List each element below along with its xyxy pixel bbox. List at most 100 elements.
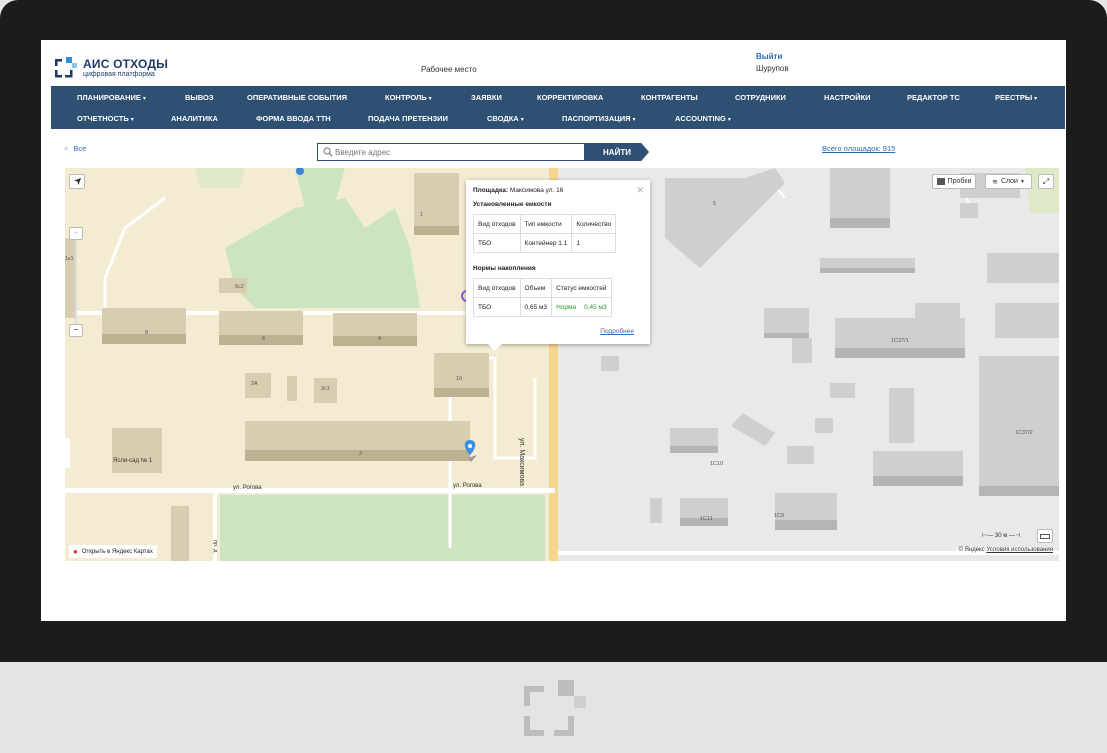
nav-item-requests[interactable]: ЗАЯВКИ — [471, 93, 502, 102]
table-header: Объем — [519, 278, 553, 298]
traffic-icon — [936, 178, 945, 185]
map-pin-icon: ● — [73, 547, 78, 556]
building-label: 1к1 — [65, 256, 74, 262]
chevron-down-icon: ▾ — [1034, 96, 1038, 102]
street-label: пр. д — [212, 540, 218, 553]
building-label: 8 — [145, 330, 149, 336]
app-logo[interactable]: АИС ОТХОДЫ цифровая платформа — [55, 55, 168, 81]
search-icon — [323, 147, 333, 157]
chevron-down-icon: ▾ — [142, 96, 146, 102]
logo-icon — [55, 57, 77, 78]
expand-icon: ⤢ — [1042, 176, 1050, 186]
nav-item-correction[interactable]: КОРРЕКТИРОВКА — [537, 93, 603, 102]
more-details-link[interactable]: Подробнее — [600, 328, 634, 335]
nav-item-contractors[interactable]: КОНТРАГЕНТЫ — [641, 93, 698, 102]
status-value-cell: 0,45 м3 — [580, 297, 612, 317]
open-in-yandex-link[interactable]: ● Открыть в Яндекс Картах — [69, 545, 157, 558]
norms-table: Вид отходов Объем Статус емкостей ТБО 0,… — [473, 278, 612, 317]
logo-subtitle: цифровая платформа — [83, 71, 155, 78]
table-header: Статус емкостей — [551, 278, 612, 298]
building-label: 2 — [359, 451, 363, 457]
zoom-out-button[interactable]: − — [69, 324, 83, 337]
nav-item-claims[interactable]: ПОДАЧА ПРЕТЕНЗИИ — [368, 114, 448, 123]
building-label: 2А — [251, 381, 258, 387]
table-cell: 1 — [571, 233, 617, 253]
nav-item-control[interactable]: КОНТРОЛЬ ▾ — [385, 93, 432, 102]
norms-section-title: Нормы накопления — [473, 265, 536, 272]
site-popup: ✕ Площадка: Максимова ул. 16 Установленн… — [466, 180, 650, 351]
nav-item-removal[interactable]: ВЫВОЗ — [185, 93, 214, 102]
ruler-icon — [1040, 533, 1050, 539]
street-label: ул. Максимова — [518, 438, 525, 486]
main-nav: ПЛАНИРОВАНИЕ ▾ ВЫВОЗ ОПЕРАТИВНЫЕ СОБЫТИЯ … — [51, 86, 1065, 129]
building-label: 1С37/2 — [1015, 430, 1033, 436]
layers-icon: ≋ — [992, 178, 998, 186]
popup-title: Площадка: Максимова ул. 16 — [473, 187, 564, 194]
find-button[interactable]: НАЙТИ — [585, 143, 649, 161]
terms-link[interactable]: Условия использования — [986, 547, 1053, 553]
building-label: 1 — [420, 212, 424, 218]
building-label: 1С37/1 — [891, 338, 909, 344]
table-header-row: Вид отходов Тип емкости Количество — [473, 214, 617, 234]
address-search — [317, 143, 585, 161]
nav-item-passportization[interactable]: ПАСПОРТИЗАЦИЯ ▾ — [562, 114, 636, 123]
table-row: ТБО 0,65 м3 Норма 0,45 м3 — [473, 297, 612, 317]
nav-item-analytics[interactable]: АНАЛИТИКА — [171, 114, 218, 123]
nav-item-summary[interactable]: СВОДКА ▾ — [487, 114, 524, 123]
filter-all[interactable]: × Все — [64, 144, 86, 153]
table-header: Тип емкости — [519, 214, 573, 234]
table-cell: ТБО — [473, 297, 521, 317]
nav-item-vehicle-editor[interactable]: РЕДАКТОР ТС — [907, 93, 960, 102]
chevron-down-icon: ▾ — [727, 117, 731, 123]
chevron-down-icon: ▼ — [1019, 178, 1025, 185]
table-header: Вид отходов — [473, 214, 521, 234]
table-row: ТБО Контейнер 1.1 1 — [473, 233, 617, 253]
close-icon: × — [64, 144, 69, 153]
table-cell: 0,65 м3 — [519, 297, 553, 317]
nav-item-employees[interactable]: СОТРУДНИКИ — [735, 93, 786, 102]
workplace-label: Рабочее место — [421, 65, 477, 74]
street-label: ул. Рогова — [233, 485, 262, 491]
installed-table: Вид отходов Тип емкости Количество ТБО К… — [473, 214, 617, 253]
building-label: 2с1 — [321, 386, 330, 392]
nav-item-planning[interactable]: ПЛАНИРОВАНИЕ ▾ — [77, 93, 146, 102]
map-copyright: © Яндекс Условия использования — [956, 547, 1055, 553]
app-screen: АИС ОТХОДЫ цифровая платформа Рабочее ме… — [41, 40, 1066, 621]
nav-item-reports[interactable]: ОТЧЕТНОСТЬ ▾ — [77, 114, 134, 123]
building-label: 1С10 — [710, 461, 724, 467]
total-sites-link[interactable]: Всего площадок: 915 — [822, 144, 895, 153]
zoom-slider[interactable] — [75, 240, 77, 324]
chevron-down-icon: ▾ — [428, 96, 432, 102]
layers-button[interactable]: ≋ Слои ▼ — [985, 174, 1032, 189]
nav-item-accounting[interactable]: ACCOUNTING ▾ — [675, 114, 731, 123]
building-label: 1б — [456, 376, 463, 382]
device-logo-icon — [524, 680, 586, 736]
chevron-down-icon: ▾ — [520, 117, 524, 123]
nav-item-operational-events[interactable]: ОПЕРАТИВНЫЕ СОБЫТИЯ — [247, 93, 347, 102]
zoom-in-button[interactable]: + — [69, 227, 83, 240]
ruler-button[interactable] — [1037, 529, 1053, 543]
building-label: 4 — [378, 336, 382, 342]
chevron-down-icon: ▾ — [632, 117, 636, 123]
close-icon[interactable]: ✕ — [636, 185, 644, 196]
street-label: ул. Рогова — [453, 483, 482, 489]
building-label: 1С9 — [774, 513, 785, 519]
nav-item-settings[interactable]: НАСТРОЙКИ — [824, 93, 871, 102]
table-cell: Контейнер 1.1 — [519, 233, 573, 253]
table-cell: ТБО — [473, 233, 521, 253]
logout-link[interactable]: Выйти — [756, 52, 782, 61]
geolocation-button[interactable] — [69, 174, 85, 189]
nav-item-registries[interactable]: РЕЕСТРЫ ▾ — [995, 93, 1037, 102]
search-input[interactable] — [335, 145, 575, 159]
kindergarten-label: Ясли-сад № 1 — [113, 458, 153, 464]
building-label: 5 — [713, 201, 717, 207]
user-name: Шурупов — [756, 64, 789, 73]
map-view[interactable]: 1 5 6с2 8 6 4 1б 2А 2с1 2 1С37/1 1С37/2 … — [65, 168, 1059, 561]
table-header: Вид отходов — [473, 278, 521, 298]
table-header-row: Вид отходов Объем Статус емкостей — [473, 278, 612, 298]
logo-title: АИС ОТХОДЫ — [83, 57, 169, 71]
installed-section-title: Установленные емкости — [473, 201, 552, 208]
traffic-button[interactable]: Пробки — [932, 174, 976, 189]
nav-item-ttn-form[interactable]: ФОРМА ВВОДА ТТН — [256, 114, 331, 123]
fullscreen-button[interactable]: ⤢ — [1038, 174, 1054, 189]
